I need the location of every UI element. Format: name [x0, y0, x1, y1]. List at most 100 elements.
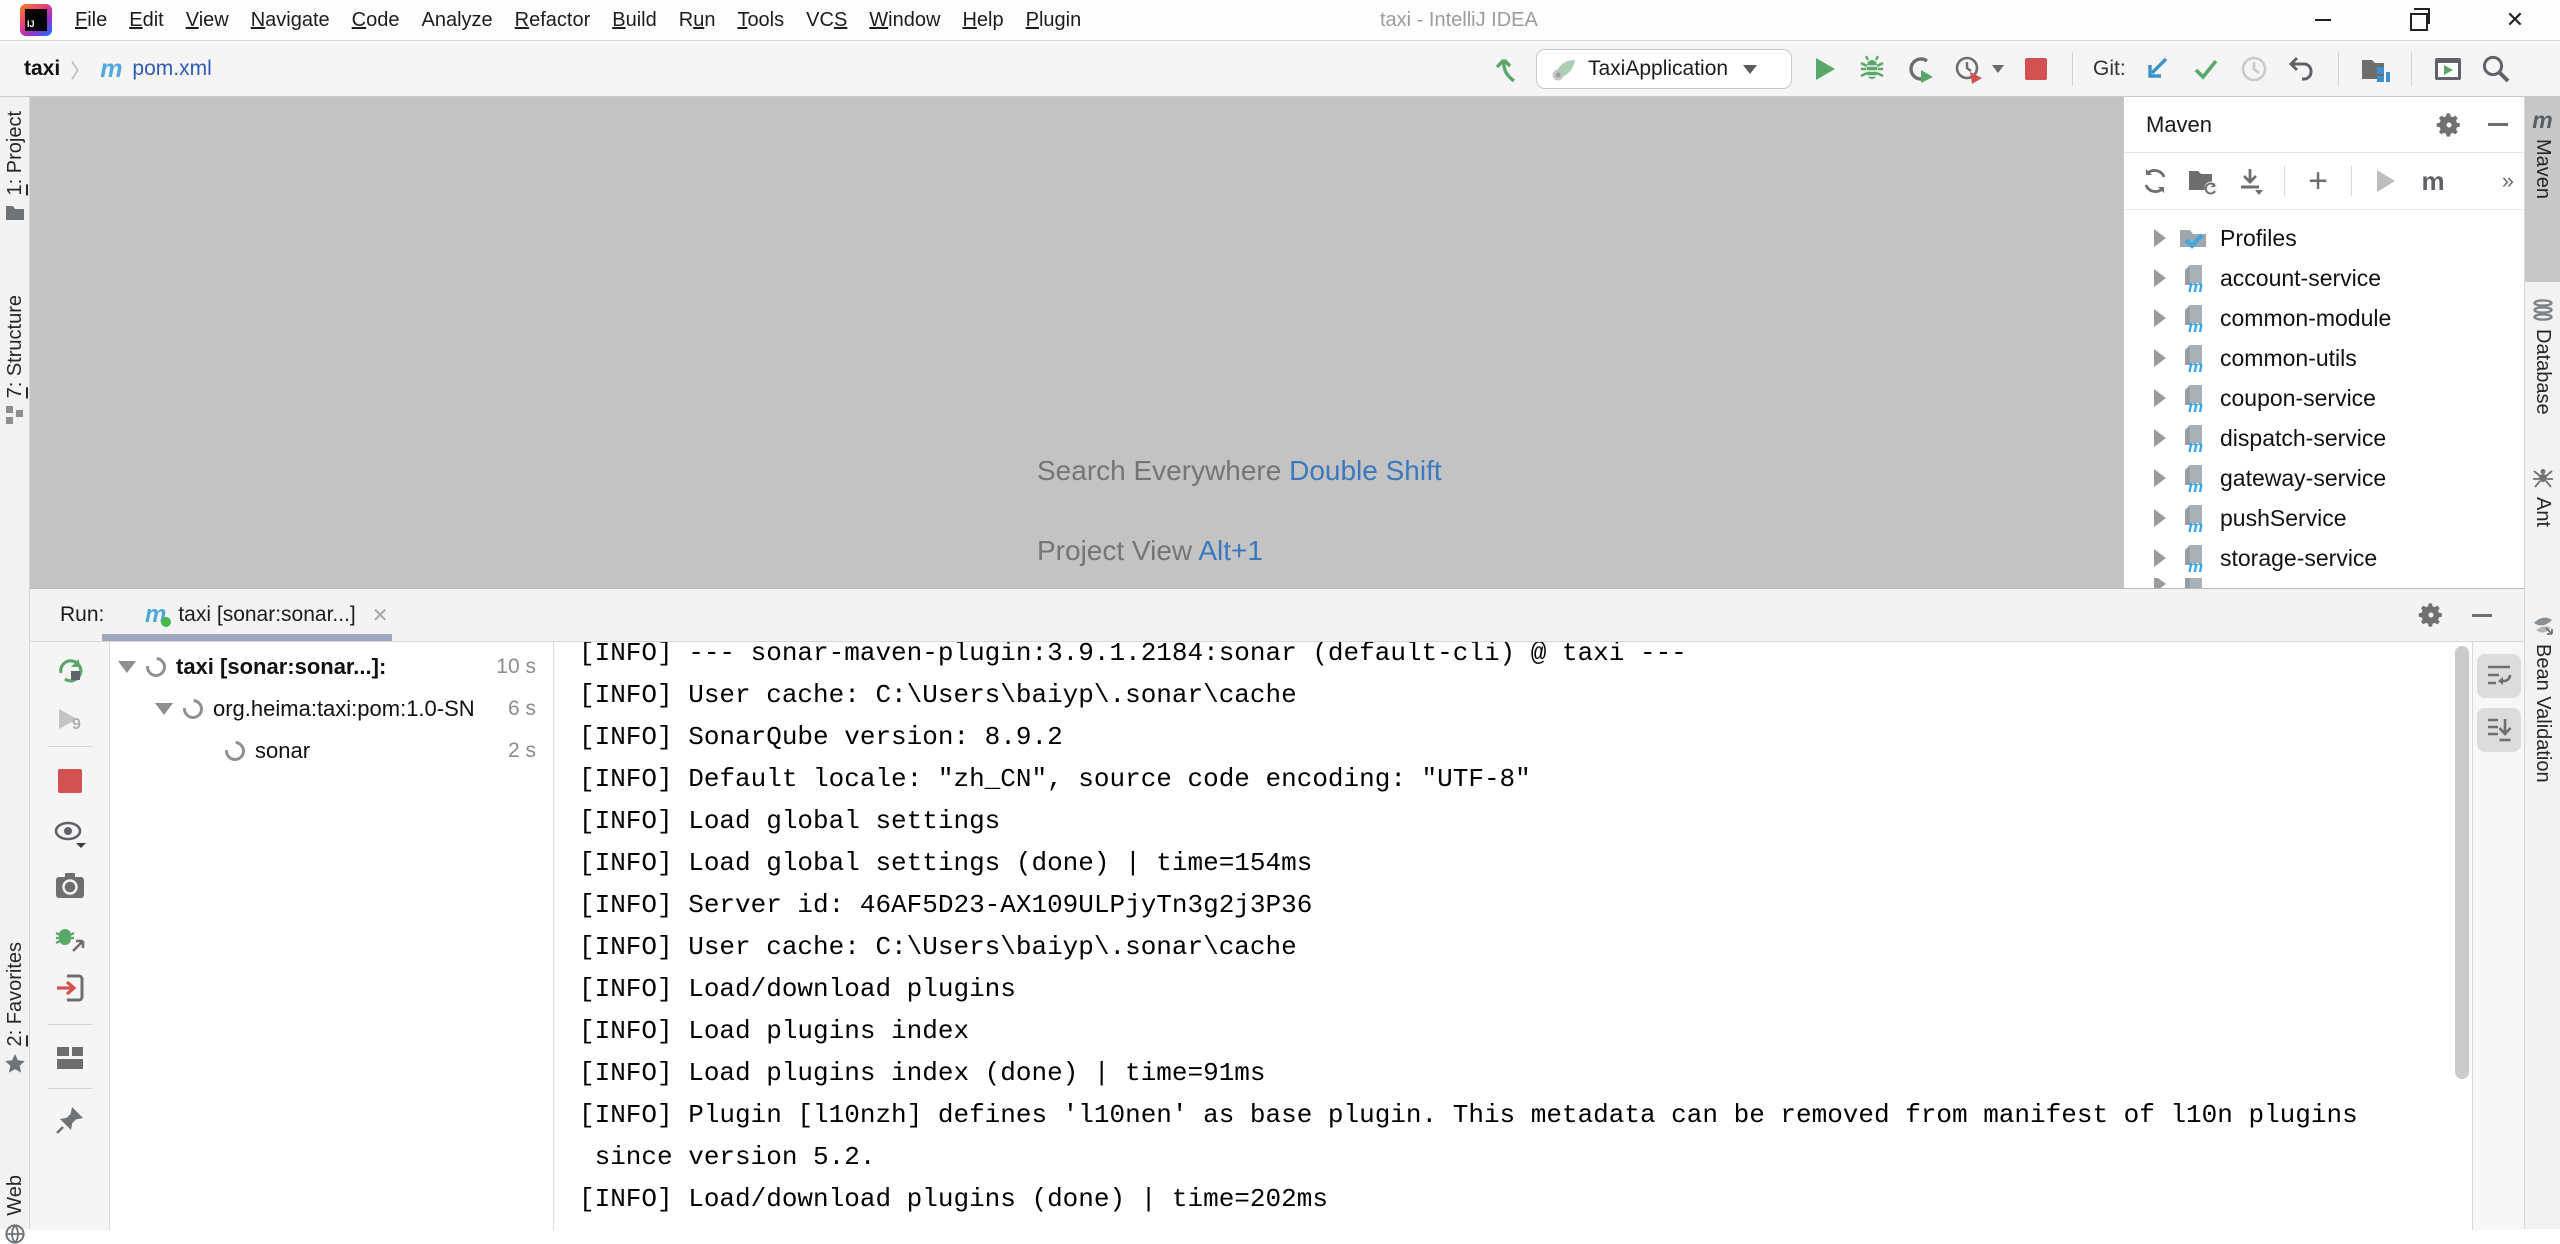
run-console[interactable]: [INFO] --- sonar-maven-plugin:3.9.1.2184…	[553, 642, 2472, 1230]
collapse-icon[interactable]	[155, 703, 173, 715]
breadcrumb-project[interactable]: taxi	[24, 57, 60, 81]
run-tree-root[interactable]: taxi [sonar:sonar...]: 10 s	[118, 646, 548, 688]
run-with-coverage-button[interactable]	[1904, 53, 1936, 85]
run-tree-child[interactable]: org.heima:taxi:pom:1.0-SN 6 s	[155, 688, 548, 730]
separator	[48, 746, 92, 747]
sidebar-item-ant[interactable]: Ant	[2525, 455, 2560, 565]
menu-item[interactable]: VCS	[795, 9, 858, 32]
history-icon[interactable]	[2238, 53, 2270, 85]
gear-icon[interactable]	[2436, 112, 2462, 138]
maven-profiles-row[interactable]: Profiles	[2124, 218, 2524, 258]
profiler-button[interactable]	[1952, 53, 1984, 85]
pin-tab-icon[interactable]	[54, 1104, 86, 1136]
run-tree-leaf[interactable]: sonar 2 s	[220, 730, 548, 772]
console-line: [INFO] Load global settings (done) | tim…	[579, 848, 1313, 878]
exit-process-icon[interactable]	[54, 972, 86, 1004]
chevron-down-icon[interactable]	[1992, 65, 2004, 73]
menu-item[interactable]: Build	[601, 9, 667, 32]
menu-item[interactable]: Window	[858, 9, 951, 32]
build-project-icon[interactable]	[1488, 53, 1520, 85]
more-actions-icon[interactable]: »	[2502, 168, 2514, 194]
sidebar-item-favorites[interactable]: 2: Favorites	[0, 942, 30, 1074]
expand-icon[interactable]	[2154, 389, 2166, 407]
menu-item[interactable]: Tools	[726, 9, 795, 32]
run-maven-build-icon[interactable]	[2370, 166, 2400, 196]
maven-module-row[interactable]: m pushService	[2124, 498, 2524, 538]
sidebar-item-web[interactable]: Web	[0, 1175, 30, 1244]
menu-item[interactable]: Plugin	[1015, 9, 1093, 32]
expand-icon[interactable]	[2154, 229, 2166, 247]
menu-item[interactable]: Analyze	[410, 9, 503, 32]
expand-icon[interactable]	[2154, 429, 2166, 447]
menu-item[interactable]: Edit	[118, 9, 174, 32]
collapse-icon[interactable]	[118, 661, 136, 673]
maven-module-row[interactable]: m coupon-service	[2124, 378, 2524, 418]
close-tab-icon[interactable]: ✕	[372, 603, 389, 628]
menu-item[interactable]: Code	[341, 9, 411, 32]
expand-icon[interactable]	[2154, 469, 2166, 487]
run-tab-label: taxi [sonar:sonar...]	[178, 603, 356, 626]
sidebar-item-structure[interactable]: 7: Structure	[0, 295, 30, 425]
git-update-button[interactable]	[2142, 53, 2174, 85]
execute-maven-goal-icon[interactable]: m	[2418, 166, 2448, 196]
search-everywhere-icon[interactable]	[2480, 53, 2512, 85]
bean-validation-tab-label: Bean Validation	[2532, 644, 2554, 783]
menu-item[interactable]: Help	[951, 9, 1014, 32]
run-configuration-select[interactable]: TaxiApplication	[1536, 49, 1792, 89]
stop-icon[interactable]	[54, 765, 86, 797]
generate-sources-icon[interactable]	[2188, 166, 2218, 196]
run-anything-icon[interactable]	[2432, 53, 2464, 85]
active-tab-underline	[102, 634, 392, 641]
attach-debugger-icon[interactable]	[54, 922, 86, 954]
soft-wrap-icon[interactable]	[2477, 654, 2521, 698]
run-button[interactable]	[1808, 53, 1840, 85]
menu-item[interactable]: Refactor	[504, 9, 602, 32]
scroll-to-end-icon[interactable]	[2477, 708, 2521, 752]
maven-module-row-clipped[interactable]	[2124, 578, 2524, 588]
restore-layout-icon[interactable]	[54, 1042, 86, 1074]
add-maven-project-icon[interactable]: +	[2303, 162, 2333, 200]
restore-button[interactable]	[2396, 0, 2442, 40]
rollback-icon[interactable]	[2286, 53, 2318, 85]
reimport-maven-icon[interactable]	[2140, 166, 2170, 196]
console-scrollbar[interactable]	[2455, 646, 2469, 1079]
minimize-button[interactable]	[2300, 0, 2346, 40]
expand-icon[interactable]	[2154, 269, 2166, 287]
restore-icon	[2410, 7, 2430, 31]
expand-icon[interactable]	[2154, 509, 2166, 527]
maven-module-row[interactable]: m gateway-service	[2124, 458, 2524, 498]
sidebar-item-project[interactable]: 1: Project	[0, 111, 30, 221]
menu-item[interactable]: Run	[668, 9, 727, 32]
menu-item[interactable]: Navigate	[240, 9, 341, 32]
hide-icon[interactable]	[2488, 123, 2508, 126]
separator	[48, 1024, 92, 1025]
expand-icon[interactable]	[2154, 309, 2166, 327]
menu-item[interactable]: File	[64, 9, 118, 32]
rerun-icon[interactable]	[54, 654, 86, 686]
sidebar-item-bean-validation[interactable]: Bean Validation	[2525, 602, 2560, 812]
maven-module-row[interactable]: m common-utils	[2124, 338, 2524, 378]
sidebar-item-maven[interactable]: m Maven	[2525, 97, 2560, 282]
maven-module-row[interactable]: m storage-service	[2124, 538, 2524, 578]
maven-run-icon: m	[145, 601, 172, 629]
gear-icon[interactable]	[2418, 602, 2444, 628]
sidebar-item-database[interactable]: Database	[2525, 287, 2560, 437]
maven-module-row[interactable]: m account-service	[2124, 258, 2524, 298]
git-commit-button[interactable]	[2190, 53, 2222, 85]
breadcrumb-file[interactable]: pom.xml	[132, 57, 211, 81]
project-structure-icon[interactable]	[2359, 53, 2391, 85]
editor-area[interactable]: Search Everywhere Double Shift Project V…	[30, 97, 2123, 588]
maven-module-row[interactable]: m common-module	[2124, 298, 2524, 338]
debug-button[interactable]	[1856, 53, 1888, 85]
maven-module-icon: m	[2185, 425, 2203, 453]
stop-button[interactable]	[2020, 53, 2052, 85]
hide-icon[interactable]	[2472, 613, 2492, 617]
expand-icon[interactable]	[2154, 349, 2166, 367]
view-options-icon[interactable]	[54, 818, 86, 850]
close-button[interactable]: ✕	[2492, 0, 2538, 40]
camera-snapshot-icon[interactable]	[54, 870, 86, 902]
expand-icon[interactable]	[2154, 549, 2166, 567]
download-sources-icon[interactable]	[2236, 166, 2266, 196]
maven-module-row[interactable]: m dispatch-service	[2124, 418, 2524, 458]
menu-item[interactable]: View	[175, 9, 240, 32]
